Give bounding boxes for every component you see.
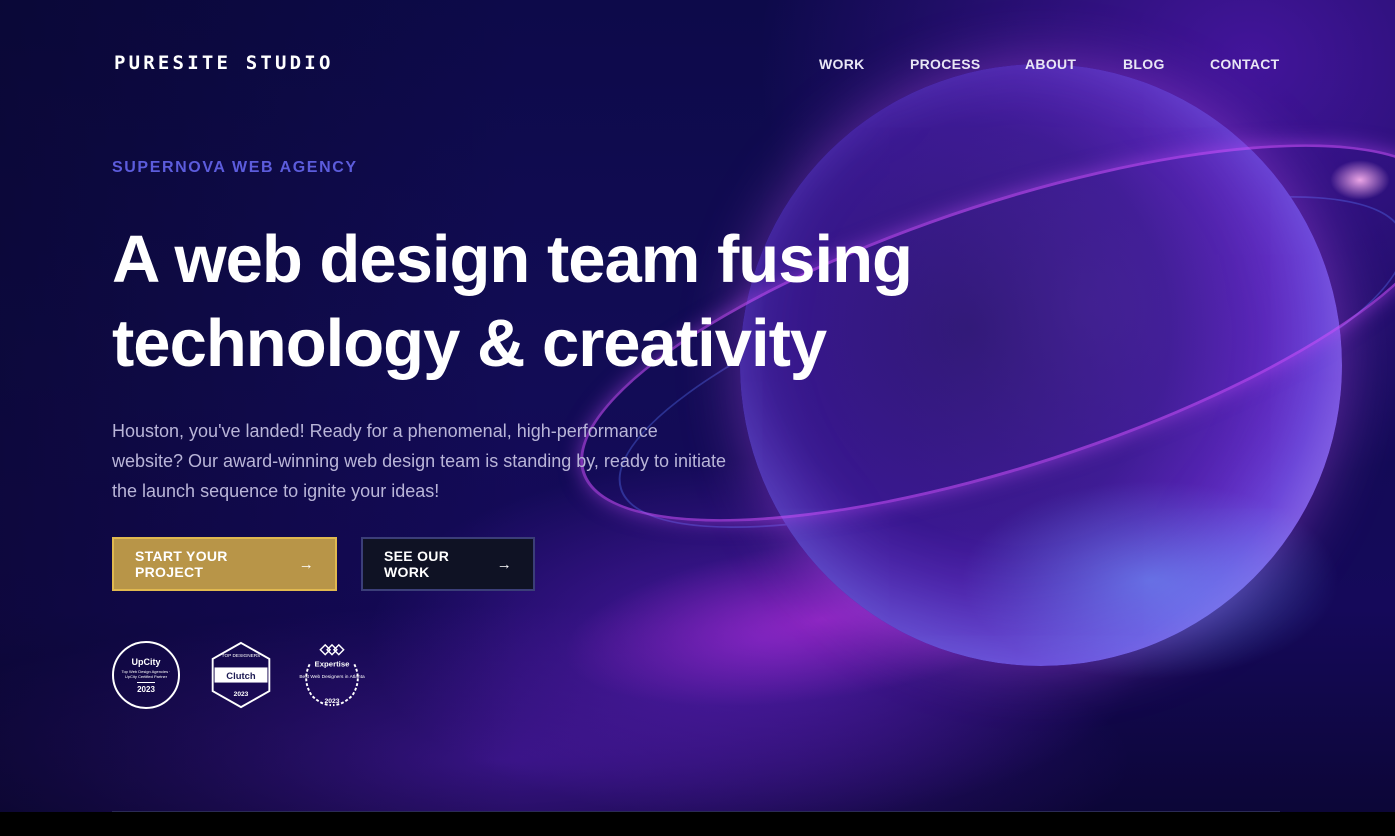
nav-process[interactable]: PROCESS	[910, 56, 981, 72]
headline-line-2: technology & creativity	[112, 306, 827, 381]
upcity-year: 2023	[137, 681, 155, 694]
arrow-right-icon: →	[298, 555, 314, 573]
hero-eyebrow: SUPERNOVA WEB AGENCY	[112, 159, 358, 176]
expertise-year: 2023	[324, 698, 339, 705]
expertise-brand: Expertise	[315, 659, 351, 668]
nav-blog[interactable]: BLOG	[1123, 56, 1165, 72]
hero-headline: A web design team fusing technology & cr…	[112, 218, 992, 386]
see-work-button[interactable]: SEE OUR WORK →	[361, 537, 535, 591]
award-badges: UpCity Top Web Design Agencies · UpCity …	[112, 641, 382, 711]
clutch-top: TOP DESIGNERS	[222, 653, 261, 659]
arrow-right-icon: →	[496, 555, 512, 573]
start-project-label: START YOUR PROJECT	[135, 548, 228, 580]
upcity-text: Top Web Design Agencies · UpCity Certifi…	[121, 668, 171, 679]
hero-description: Houston, you've landed! Ready for a phen…	[112, 421, 726, 501]
clutch-year: 2023	[234, 691, 249, 698]
nav-work[interactable]: WORK	[819, 56, 865, 72]
headline-line-1: A web design team fusing	[112, 222, 913, 297]
nav-about[interactable]: ABOUT	[1025, 56, 1076, 72]
expertise-text: Best Web Designers in Atlanta	[299, 674, 365, 680]
nav-contact[interactable]: CONTACT	[1210, 56, 1280, 72]
main-nav: WORK PROCESS ABOUT BLOG CONTACT	[0, 56, 1395, 76]
upcity-badge-icon[interactable]: UpCity Top Web Design Agencies · UpCity …	[112, 641, 180, 709]
section-divider	[112, 811, 1280, 812]
clutch-badge-icon[interactable]: TOP DESIGNERS Clutch 2023	[207, 641, 275, 709]
expertise-badge-icon[interactable]: Expertise Best Web Designers in Atlanta …	[298, 641, 366, 709]
clutch-brand: Clutch	[226, 671, 256, 682]
light-streak	[1330, 160, 1390, 200]
see-work-label: SEE OUR WORK	[384, 548, 450, 580]
upcity-brand: UpCity	[131, 656, 161, 667]
planet-glow	[960, 480, 1340, 680]
start-project-button[interactable]: START YOUR PROJECT →	[112, 537, 337, 591]
